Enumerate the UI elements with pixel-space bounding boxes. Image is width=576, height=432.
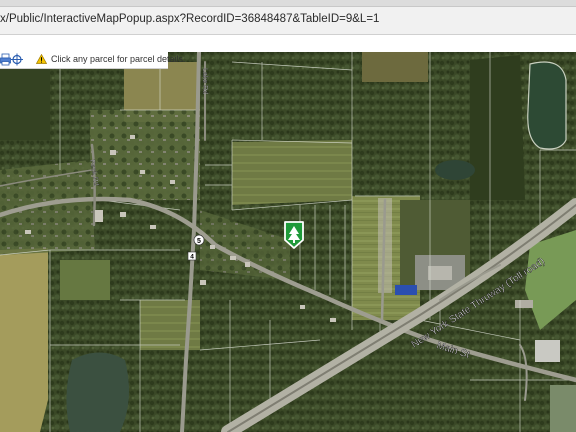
route-5-shield: 5 bbox=[193, 234, 205, 246]
parcel-hint: Click any parcel for parcel details. bbox=[35, 53, 186, 64]
parcel-hint-text: Click any parcel for parcel details. bbox=[51, 54, 186, 64]
svg-text:4: 4 bbox=[190, 254, 194, 261]
crosshair-icon[interactable] bbox=[11, 53, 23, 66]
map-toolbar: Click any parcel for parcel details. bbox=[0, 52, 186, 69]
satellite-map[interactable]: 5 4 Lake Rd Peck Rd New York State Thruw… bbox=[0, 52, 576, 432]
route-4-shield: 4 bbox=[187, 251, 197, 261]
warning-icon bbox=[35, 53, 48, 64]
url-text[interactable]: x/Public/InteractiveMapPopup.aspx?Record… bbox=[0, 13, 379, 25]
page-header-gap bbox=[0, 35, 576, 52]
lake-rd-label: Lake Rd bbox=[201, 68, 208, 94]
address-bar[interactable]: x/Public/InteractiveMapPopup.aspx?Record… bbox=[0, 7, 576, 35]
browser-top-strip bbox=[0, 0, 576, 7]
svg-text:5: 5 bbox=[197, 238, 201, 245]
